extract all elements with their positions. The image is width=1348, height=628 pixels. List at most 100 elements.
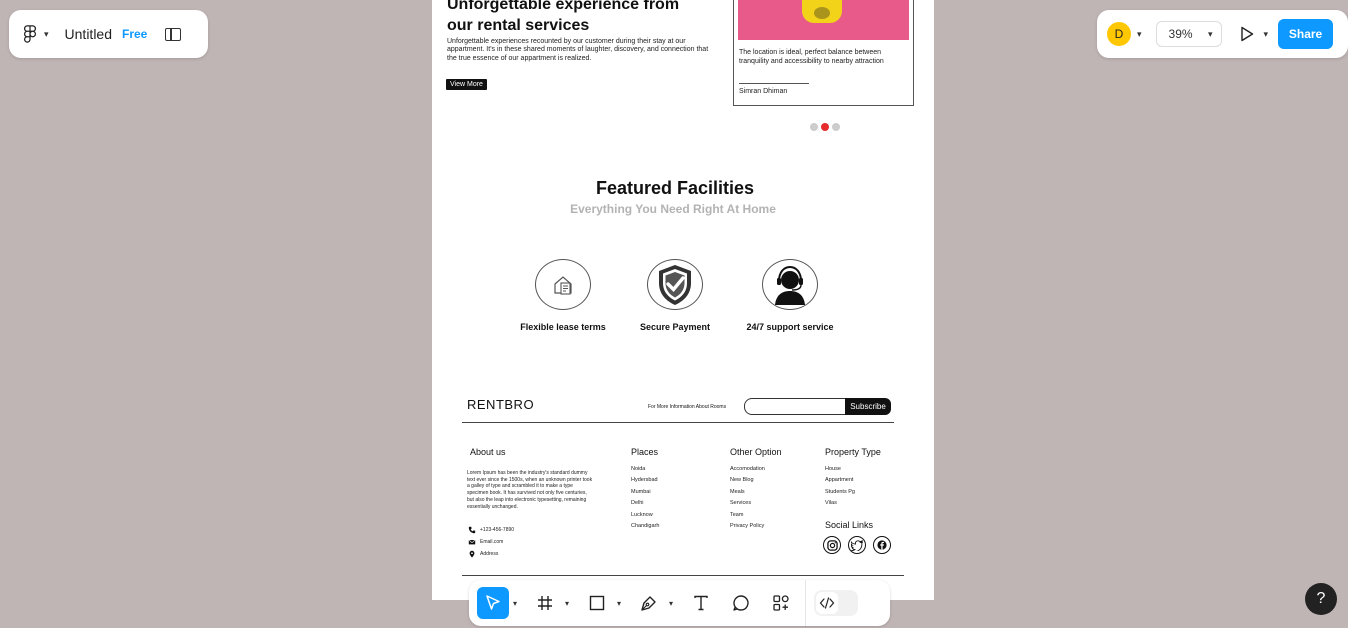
zoom-level: 39% xyxy=(1168,27,1193,41)
chevron-down-icon: ▾ xyxy=(1263,28,1269,39)
design-frame[interactable]: Unforgettable experience from our rental… xyxy=(432,0,934,600)
testimonial-quote: The location is ideal, perfect balance b… xyxy=(739,49,884,66)
about-heading: About us xyxy=(470,447,506,457)
list-item[interactable]: Meals xyxy=(730,487,765,498)
file-menu-panel: ▾ Untitled Free xyxy=(9,10,208,58)
list-item[interactable]: Noida xyxy=(631,464,659,475)
play-icon xyxy=(1240,26,1253,42)
property-type-heading: Property Type xyxy=(825,447,881,457)
chevron-down-icon[interactable]: ▾ xyxy=(665,599,677,608)
list-item[interactable]: Lucknow xyxy=(631,510,659,521)
facilities-subtitle: Everything You Need Right At Home xyxy=(570,202,776,216)
chevron-down-icon: ▾ xyxy=(44,28,49,39)
zoom-dropdown[interactable]: 39% ▾ xyxy=(1155,21,1222,47)
text-t-icon xyxy=(694,595,708,611)
list-item[interactable]: Services xyxy=(730,498,765,509)
chevron-down-icon: ▾ xyxy=(1208,28,1213,39)
facility-label: Flexible lease terms xyxy=(520,322,606,332)
multiplayer-menu[interactable]: D ▾ xyxy=(1107,22,1142,46)
main-menu-button[interactable]: ▾ xyxy=(23,25,49,43)
frame-tool-button[interactable] xyxy=(529,587,561,619)
list-item[interactable]: House xyxy=(825,464,855,475)
contact-phone-text: +123-456-7890 xyxy=(480,527,515,533)
list-item[interactable]: Students Pg xyxy=(825,487,855,498)
twitter-icon[interactable] xyxy=(848,536,866,554)
subscribe-button[interactable]: Subscribe xyxy=(845,398,891,415)
contact-phone: +123-456-7890 xyxy=(468,526,514,534)
house-document-icon xyxy=(554,275,572,295)
facility-icon-circle xyxy=(535,259,591,310)
headset-support-icon xyxy=(775,265,805,305)
footer-info-text: For More Information About Rooms xyxy=(648,404,727,410)
plan-badge[interactable]: Free xyxy=(122,27,147,41)
chevron-down-icon: ▾ xyxy=(1137,28,1142,39)
list-item[interactable]: Team xyxy=(730,510,765,521)
contact-address-text: Address xyxy=(480,551,499,557)
subscribe-input[interactable] xyxy=(744,398,848,415)
facility-item: 24/7 support service xyxy=(735,259,845,332)
list-item[interactable]: Accomodation xyxy=(730,464,765,475)
chevron-down-icon[interactable]: ▾ xyxy=(561,599,573,608)
list-item[interactable]: New Blog xyxy=(730,475,765,486)
pen-nib-icon xyxy=(641,596,656,611)
avatar[interactable]: D xyxy=(1107,22,1131,46)
facility-item: Flexible lease terms xyxy=(508,259,618,332)
divider xyxy=(462,422,894,423)
shape-tool-button[interactable] xyxy=(581,587,613,619)
contact-email-text: Email.com xyxy=(480,539,504,545)
list-item[interactable]: Appartment xyxy=(825,475,855,486)
toolbar-divider xyxy=(805,580,806,626)
help-button[interactable]: ? xyxy=(1305,583,1337,615)
instagram-icon[interactable] xyxy=(823,536,841,554)
resources-grid-icon xyxy=(773,595,789,611)
hero-text: Unforgettable experiences recounted by o… xyxy=(447,38,709,62)
figma-logo-icon xyxy=(24,25,36,43)
contact-email: Email.com xyxy=(468,538,503,546)
facebook-icon[interactable] xyxy=(873,536,891,554)
carousel-dot-active[interactable] xyxy=(821,123,829,131)
facility-icon-circle xyxy=(762,259,818,310)
text-tool-button[interactable] xyxy=(685,587,717,619)
carousel-dots xyxy=(810,123,840,131)
location-pin-icon xyxy=(469,550,475,558)
pen-tool-button[interactable] xyxy=(633,587,665,619)
cursor-arrow-icon xyxy=(486,595,500,610)
other-option-heading: Other Option xyxy=(730,447,782,457)
sidebar-toggle-icon[interactable] xyxy=(165,27,182,41)
carousel-dot[interactable] xyxy=(832,123,840,131)
share-panel: D ▾ 39% ▾ ▾ Share xyxy=(1097,10,1348,58)
shield-check-icon xyxy=(659,264,691,305)
places-heading: Places xyxy=(631,447,659,457)
facility-item: Secure Payment xyxy=(620,259,730,332)
list-item[interactable]: Chandigarh xyxy=(631,521,659,532)
testimonial-photo xyxy=(738,0,909,40)
list-item[interactable]: Mumbai xyxy=(631,487,659,498)
contact-address: Address xyxy=(468,550,498,558)
footer-brand: RENTBRO xyxy=(467,397,535,412)
carousel-dot[interactable] xyxy=(810,123,818,131)
move-tool-button[interactable] xyxy=(477,587,509,619)
dev-mode-toggle[interactable] xyxy=(814,590,858,616)
share-button[interactable]: Share xyxy=(1278,19,1334,49)
hero-title: Unforgettable experience from our rental… xyxy=(447,0,680,34)
comment-tool-button[interactable] xyxy=(725,587,757,619)
dev-mode-track xyxy=(838,592,856,614)
facility-label: 24/7 support service xyxy=(746,322,834,332)
actions-tool-button[interactable] xyxy=(765,587,797,619)
view-more-button[interactable]: View More xyxy=(446,79,487,90)
other-option-list: Accomodation New Blog Meals Services Tea… xyxy=(730,464,765,532)
file-name[interactable]: Untitled xyxy=(65,26,112,42)
comment-bubble-icon xyxy=(733,595,749,611)
divider xyxy=(462,575,904,576)
social-links xyxy=(823,536,891,554)
list-item[interactable]: Vilas xyxy=(825,498,855,509)
chevron-down-icon[interactable]: ▾ xyxy=(613,599,625,608)
list-item[interactable]: Delhi xyxy=(631,498,659,509)
present-button[interactable]: ▾ xyxy=(1240,26,1269,42)
facilities-title: Featured Facilities xyxy=(595,178,755,198)
testimonial-card: The location is ideal, perfect balance b… xyxy=(733,0,914,106)
list-item[interactable]: Privacy Policy xyxy=(730,521,765,532)
list-item[interactable]: Hydersbad xyxy=(631,475,659,486)
chevron-down-icon[interactable]: ▾ xyxy=(509,599,521,608)
property-type-list: House Appartment Students Pg Vilas xyxy=(825,464,855,510)
